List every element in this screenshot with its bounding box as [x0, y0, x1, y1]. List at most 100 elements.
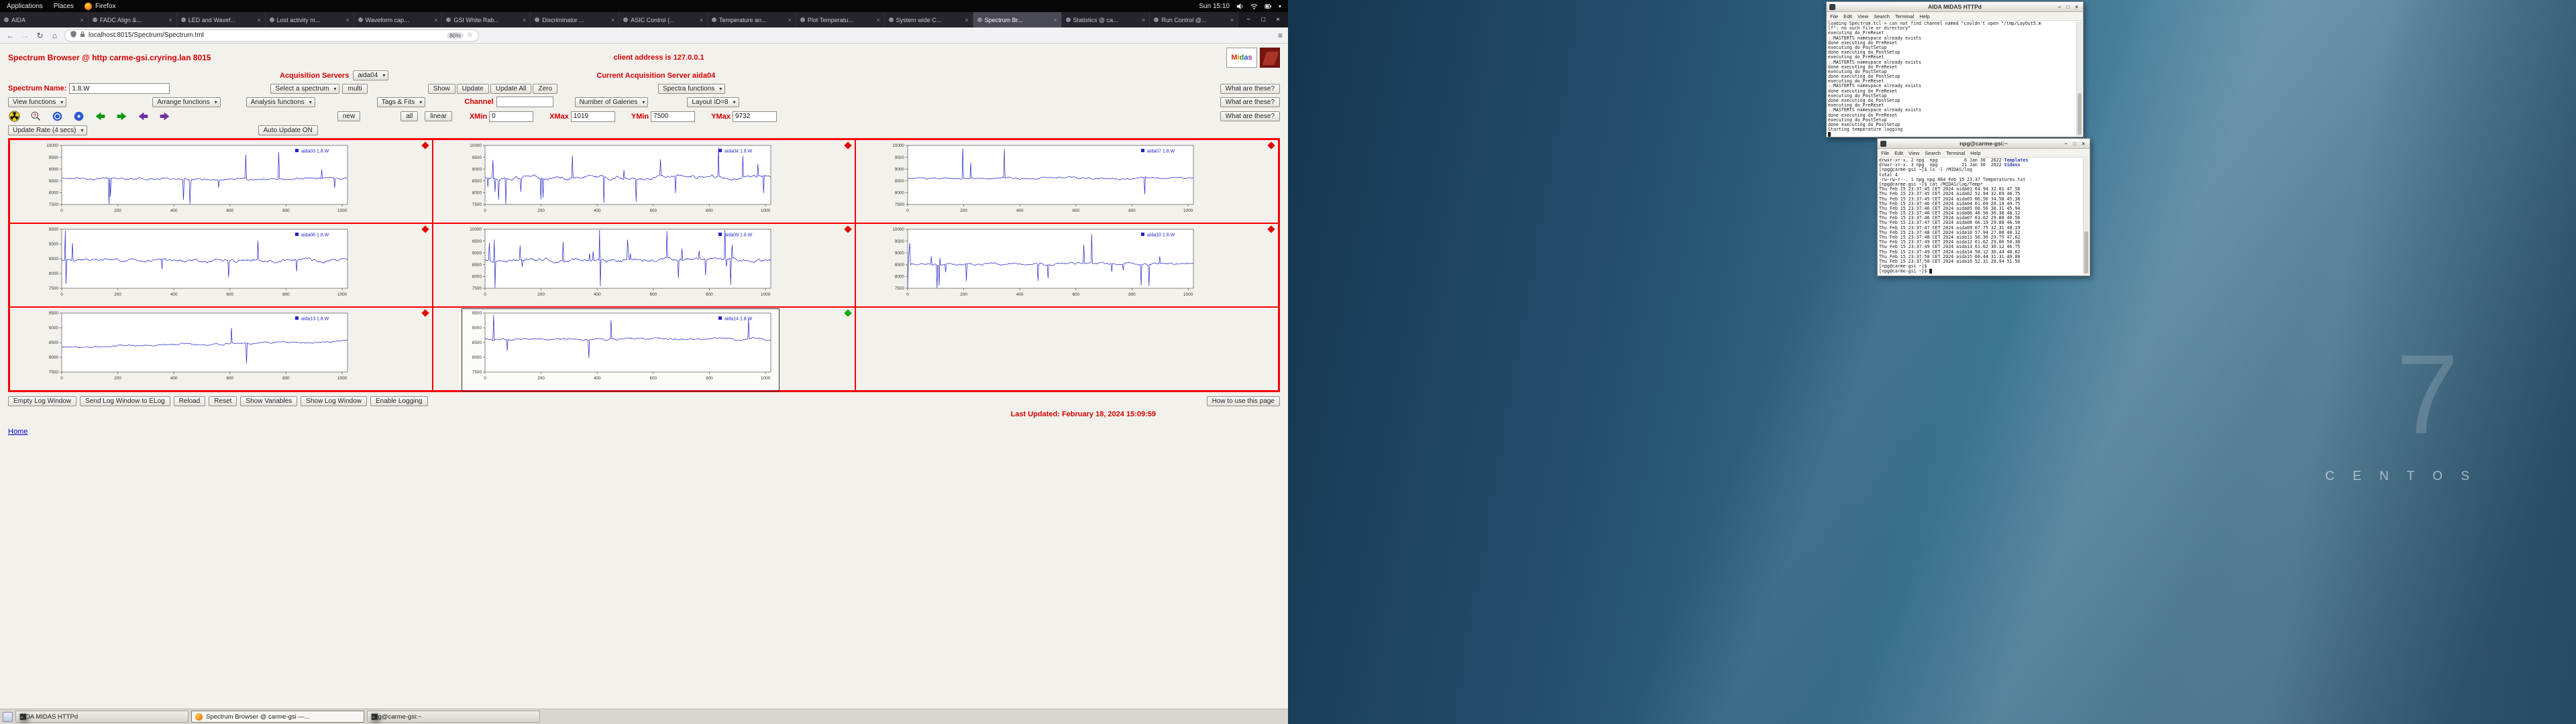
scrollbar-thumb[interactable]	[2084, 231, 2088, 274]
show-desktop-icon[interactable]	[3, 711, 13, 722]
browser-tab[interactable]: Waveform cap... ×	[354, 12, 443, 27]
ymin-input[interactable]	[651, 111, 696, 122]
bookmark-star-icon[interactable]: ☆	[467, 32, 473, 39]
spectrum-chart[interactable]: 7500 8000 8500 9000 9500 0 200 400 600 800 1000 aid…	[40, 310, 355, 390]
terminal-menu-view[interactable]: View	[1858, 13, 1868, 19]
how-to-button[interactable]: How to use this page	[1206, 396, 1280, 406]
radiation-icon[interactable]	[8, 110, 21, 123]
log-button[interactable]: Reset	[209, 396, 237, 406]
spectrum-chart[interactable]: 7500 8000 8500 9000 9500 10000 0 200 400 600 800 10…	[463, 226, 778, 306]
linear-button[interactable]: linear	[425, 111, 452, 121]
terminal-window-buttons[interactable]: − □ ×	[2057, 2, 2080, 12]
midas-logo[interactable]: Midas	[1226, 48, 1257, 68]
tab-close-icon[interactable]: ×	[523, 17, 526, 23]
select-spectrum-select[interactable]: Select a spectrum	[270, 83, 340, 94]
green-left-arrow-icon[interactable]	[94, 110, 107, 123]
browser-tab[interactable]: Discriminator ... ×	[531, 12, 620, 27]
update-rate-select[interactable]: Update Rate (4 secs)	[8, 125, 87, 135]
number-of-galeries-select[interactable]: Number of Galeries	[574, 97, 649, 107]
terminal-menu-edit[interactable]: Edit	[1894, 150, 1903, 156]
spectrum-chart[interactable]: 7500 8000 8500 9000 9500 10000 0 200 400 600 800 10…	[463, 142, 778, 223]
browser-tab[interactable]: Statistics @ ca... ×	[1061, 12, 1150, 27]
back-icon[interactable]: ←	[5, 31, 15, 40]
terminal-menu-view[interactable]: View	[1909, 150, 1919, 156]
acquisition-server-select[interactable]: aida04	[353, 70, 389, 80]
spectrum-panel[interactable]: 7500 8000 8500 9000 9500 10000 0 200 400 600 800 10…	[855, 139, 1279, 223]
menu-icon[interactable]: ≡	[1278, 31, 1283, 40]
tab-close-icon[interactable]: ×	[345, 17, 349, 23]
show-button[interactable]: Show	[427, 83, 455, 94]
log-button[interactable]: Show Variables	[240, 396, 298, 406]
update-button[interactable]: Update	[456, 83, 489, 94]
tab-close-icon[interactable]: ×	[1230, 17, 1234, 23]
what-are-these-button[interactable]: What are these?	[1220, 83, 1280, 94]
power-icon[interactable]	[1265, 3, 1272, 10]
terminal-menu-search[interactable]: Search	[1874, 13, 1890, 19]
green-right-arrow-icon[interactable]	[115, 110, 128, 123]
spectrum-chart[interactable]: 7500 8000 8500 9000 9500 0 200 400 600 800 1000 aid…	[40, 226, 355, 306]
log-button[interactable]: Send Log Window to ELog	[80, 396, 170, 406]
tab-close-icon[interactable]: ×	[80, 17, 84, 23]
window-minimize-button[interactable]: −	[1241, 16, 1256, 23]
tags-fits-select[interactable]: Tags & Fits	[376, 97, 426, 107]
tab-close-icon[interactable]: ×	[257, 17, 260, 23]
taskbar-window-button[interactable]: >_ npg@carme-gsi:~	[367, 711, 540, 723]
log-button[interactable]: Enable Logging	[370, 396, 428, 406]
reload-icon[interactable]: ↻	[35, 31, 45, 40]
chevron-down-icon[interactable]: ▾	[1279, 3, 1281, 9]
browser-tab[interactable]: LED and Wavef... ×	[176, 12, 266, 27]
tab-close-icon[interactable]: ×	[168, 17, 172, 23]
arrange-functions-select[interactable]: Arrange functions	[152, 97, 221, 107]
all-button[interactable]: all	[400, 111, 419, 121]
home-link[interactable]: Home	[8, 428, 28, 436]
channel-input[interactable]	[496, 97, 553, 107]
view-functions-select[interactable]: View functions	[8, 97, 67, 107]
browser-tab[interactable]: AIDA ×	[0, 12, 89, 27]
zero-button[interactable]: Zero	[533, 83, 558, 94]
spectrum-chart[interactable]: 7500 8000 8500 9000 9500 10000 0 200 400 600 800 10…	[40, 142, 355, 223]
terminal-scrollbar[interactable]	[2076, 21, 2082, 136]
terminal-scrollbar[interactable]	[2083, 158, 2089, 275]
browser-tab[interactable]: Plot Temperatu... ×	[796, 12, 885, 27]
log-button[interactable]: Show Log Window	[301, 396, 367, 406]
blue-info-icon[interactable]	[72, 110, 85, 123]
browser-tab[interactable]: Spectrum Br... ×	[973, 12, 1062, 27]
tab-close-icon[interactable]: ×	[434, 17, 437, 23]
spectrum-panel[interactable]: 7500 8000 8500 9000 9500 0 200 400 600 800 1000 aid…	[9, 307, 433, 391]
spectrum-chart[interactable]: 7500 8000 8500 9000 9500 10000 0 200 400 600 800 10…	[885, 226, 1201, 306]
url-bar[interactable]: localhost:8015/Spectrum/Spectrum.tml 80%…	[64, 29, 479, 42]
spectrum-name-input[interactable]	[69, 83, 170, 94]
terminal-menu-file[interactable]: File	[1881, 150, 1889, 156]
network-icon[interactable]	[1250, 3, 1258, 10]
spectrum-panel[interactable]: 7500 8000 8500 9000 9500 10000 0 200 400 600 800 10…	[432, 139, 856, 223]
auto-update-button[interactable]: Auto Update ON	[258, 125, 318, 135]
ymax-input[interactable]	[732, 111, 777, 122]
terminal-menu-search[interactable]: Search	[1925, 150, 1941, 156]
browser-tab[interactable]: GSI White Rab... ×	[442, 12, 531, 27]
scrollbar-thumb[interactable]	[2078, 93, 2082, 135]
terminal-window-buttons[interactable]: − □ ×	[2064, 139, 2087, 149]
browser-tab[interactable]: ASIC Control (... ×	[619, 12, 708, 27]
window-close-button[interactable]: ×	[1271, 16, 1285, 23]
forward-icon[interactable]: →	[20, 31, 30, 40]
analysis-functions-select[interactable]: Analysis functions	[246, 97, 315, 107]
spectrum-chart[interactable]: 7500 8000 8500 9000 9500 0 200 400 600 800 1000 aid…	[461, 308, 780, 391]
spectrum-panel[interactable]: 7500 8000 8500 9000 9500 10000 0 200 400 600 800 10…	[9, 139, 433, 223]
tab-close-icon[interactable]: ×	[611, 17, 614, 23]
tab-close-icon[interactable]: ×	[700, 17, 703, 23]
lock-icon[interactable]	[80, 31, 85, 40]
terminal-menu-file[interactable]: File	[1830, 13, 1838, 19]
terminal-titlebar-shell[interactable]: npg@carme-gsi:~ − □ ×	[1878, 139, 2090, 149]
terminal-output-shell[interactable]: drwxr-xr-x. 2 npg npg 6 Jan 30 2022 Temp…	[1878, 158, 2090, 275]
log-button[interactable]: Reload	[173, 396, 206, 406]
active-app-indicator[interactable]: Firefox	[84, 2, 116, 10]
spectrum-panel[interactable]: 7500 8000 8500 9000 9500 10000 0 200 400 600 800 10…	[432, 223, 856, 307]
browser-tab[interactable]: Lost activity m... ×	[265, 12, 354, 27]
taskbar-window-button[interactable]: >_ AIDA MIDAS HTTPd	[15, 711, 189, 723]
layout-select[interactable]: Layout ID=8	[687, 97, 739, 107]
what-are-these-button[interactable]: What are these?	[1220, 111, 1280, 121]
browser-tab[interactable]: System wide C... ×	[884, 12, 973, 27]
browser-tab[interactable]: Temperature an... ×	[708, 12, 796, 27]
terminal-menu-edit[interactable]: Edit	[1843, 13, 1852, 19]
shield-icon[interactable]	[70, 31, 76, 40]
